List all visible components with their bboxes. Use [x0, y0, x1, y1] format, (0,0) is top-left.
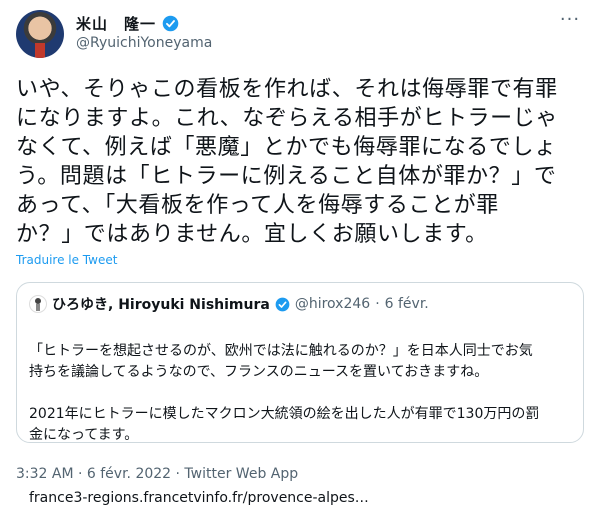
quoted-tweet-link[interactable]: france3-regions.francetvinfo.fr/provence… — [29, 490, 369, 506]
quoted-author-name: ひろゆき, Hiroyuki Nishimura — [52, 297, 270, 313]
author-name-row: 米山 隆一 — [76, 12, 179, 34]
tweet-header: 米山 隆一 @RyuichiYoneyama ··· — [16, 10, 586, 62]
quoted-author-avatar — [29, 295, 47, 313]
quoted-date: 6 févr. — [384, 296, 429, 312]
author-handle[interactable]: @RyuichiYoneyama — [76, 35, 212, 51]
author-avatar[interactable] — [16, 10, 64, 58]
quoted-separator: · — [375, 296, 380, 312]
author-name[interactable]: 米山 隆一 — [76, 13, 156, 34]
verified-badge-icon — [275, 297, 290, 311]
quoted-tweet[interactable]: ひろゆき, Hiroyuki Nishimura @hirox246 · 6 f… — [16, 282, 584, 506]
more-icon[interactable]: ··· — [558, 11, 582, 32]
translate-tweet-link[interactable]: Traduire le Tweet — [16, 253, 117, 267]
tweet-timestamp[interactable]: 3:32 AM · 6 févr. 2022 · Twitter Web App — [16, 466, 298, 482]
quoted-tweet-header: ひろゆき, Hiroyuki Nishimura @hirox246 · 6 f… — [29, 295, 429, 313]
verified-badge-icon — [162, 15, 179, 31]
quoted-author-handle: @hirox246 — [294, 296, 371, 312]
quoted-tweet-text: 「ヒトラーを想起させるのが、欧州では法に触れるのか？」を日本人同士でお気 持ちを… — [29, 343, 540, 443]
tweet-text: いや、そりゃこの看板を作れば、それは侮辱罪で有罪 になりますよ。これ、なぞらえる… — [16, 77, 558, 247]
